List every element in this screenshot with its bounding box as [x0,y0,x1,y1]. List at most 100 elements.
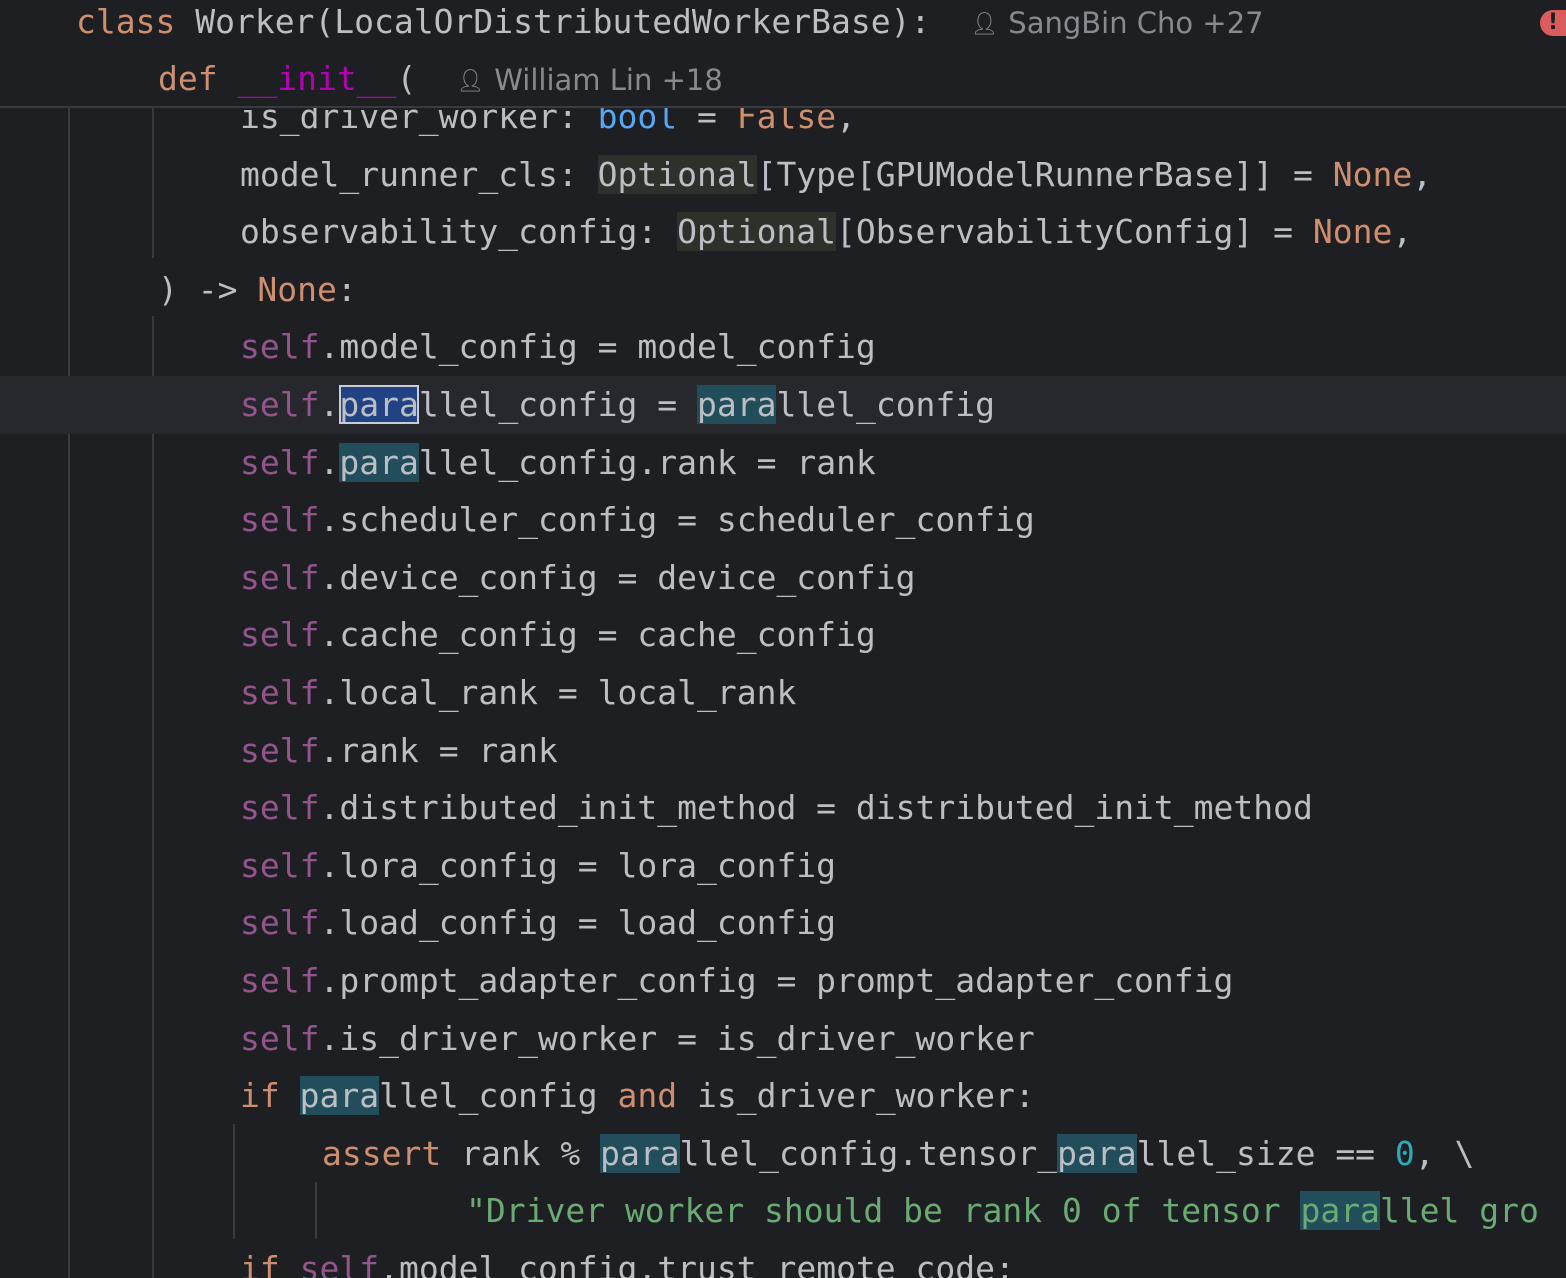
code-line[interactable]: observability_config: Optional[Observabi… [0,203,1566,261]
code-line[interactable]: ) -> None: [0,261,1566,319]
return-arrow: ) -> [158,269,258,309]
self-keyword: self [299,1249,380,1278]
assert-keyword: assert [322,1133,442,1173]
punct: , [1392,212,1413,252]
code-line[interactable]: self.distributed_init_method = distribut… [0,779,1566,837]
statement: .lora_config = lora_config [319,845,837,885]
param-name: model_runner_cls: [240,154,598,194]
self-keyword: self [240,327,320,367]
self-keyword: self [240,615,320,655]
statement: .rank = rank [319,730,558,770]
statement: .device_config = device_config [319,557,916,597]
code-line[interactable]: self.prompt_adapter_config = prompt_adap… [0,952,1566,1010]
keyword-literal: None [1332,154,1413,194]
class-base: (LocalOrDistributedWorkerBase): [314,2,931,41]
self-keyword: self [240,730,320,770]
keyword-literal: None [257,269,337,309]
optional-highlight: Optional [677,212,837,252]
def-author-text: William Lin +18 [494,63,723,97]
param-name: observability_config: [240,212,678,252]
self-keyword: self [240,673,320,712]
code-editor[interactable]: is_driver_worker: bool = False, model_ru… [0,88,1566,1278]
sticky-def-line[interactable]: def __init__(👤︎ William Lin +18 [158,51,723,107]
code-line[interactable]: self.parallel_config.rank = rank [0,434,1566,492]
type-annotation: [ObservabilityConfig] = [836,212,1313,252]
statement: .prompt_adapter_config = prompt_adapter_… [319,961,1234,1000]
error-indicator-icon[interactable]: ! [1540,10,1566,36]
string-literal: "Driver worker should be rank 0 of tenso… [466,1191,1301,1231]
def-keyword: def [158,59,218,98]
statement: .distributed_init_method = distributed_i… [319,788,1313,828]
statement: .is_driver_worker = is_driver_worker [319,1018,1035,1058]
self-keyword: self [240,903,320,943]
punct: : [336,269,357,309]
selection-caret-highlight: para [339,385,419,424]
statement: .cache_config = cache_config [319,615,876,655]
statement: is_driver_worker: [677,1076,1035,1116]
statement: .model_config = model_config [319,327,876,367]
code-line[interactable]: self.scheduler_config = scheduler_config [0,491,1566,549]
statement: llel_size == [1136,1133,1395,1173]
search-match-highlight: para [600,1133,680,1173]
search-match-highlight: para [1057,1133,1137,1173]
number-literal: 0 [1394,1133,1415,1173]
person-icon: 👤︎ [456,69,485,94]
search-match-highlight: para [1300,1191,1380,1231]
code-line-current[interactable]: self.parallel_config = parallel_config [0,376,1566,434]
self-keyword: self [240,442,320,482]
code-line[interactable]: self.local_rank = local_rank [0,664,1566,722]
def-author-hint[interactable]: 👤︎ William Lin +18 [456,63,722,97]
self-keyword: self [240,961,320,1000]
code-line[interactable]: self.rank = rank [0,722,1566,780]
statement: .local_rank = local_rank [319,673,797,712]
statement: rank % [441,1133,601,1173]
class-name: Worker [195,2,315,41]
search-match-highlight: para [697,385,777,424]
search-match-highlight: para [339,442,419,482]
sticky-scroll-header[interactable]: class Worker(LocalOrDistributedWorkerBas… [0,0,1566,108]
code-line[interactable]: "Driver worker should be rank 0 of tenso… [0,1182,1566,1240]
statement: .scheduler_config = scheduler_config [319,500,1035,540]
optional-highlight: Optional [597,154,757,194]
statement: llel_config = [418,385,697,424]
self-keyword: self [240,385,320,424]
class-author-text: SangBin Cho +27 [1008,6,1264,40]
self-keyword: self [240,500,320,540]
code-line[interactable]: self.model_config = model_config [0,318,1566,376]
statement: llel_config.rank = rank [418,442,876,482]
code-line[interactable]: self.is_driver_worker = is_driver_worker [0,1010,1566,1068]
and-keyword: and [617,1076,678,1116]
if-keyword: if [240,1249,280,1278]
keyword-literal: None [1312,212,1393,252]
punct: . [319,442,340,482]
code-line[interactable]: assert rank % parallel_config.tensor_par… [0,1125,1566,1183]
statement: llel_config [379,1076,618,1116]
def-paren: ( [396,59,417,98]
type-annotation: [Type[GPUModelRunnerBase]] = [756,154,1333,194]
search-match-highlight: para [299,1076,380,1116]
statement: .load_config = load_config [319,903,837,943]
self-keyword: self [240,557,320,597]
self-keyword: self [240,788,320,828]
code-line[interactable]: if self.model_config.trust_remote_code: [0,1240,1566,1278]
code-line[interactable]: self.load_config = load_config [0,894,1566,952]
code-line[interactable]: model_runner_cls: Optional[Type[GPUModel… [0,146,1566,204]
statement: llel_config [776,385,996,424]
punct: . [319,385,340,424]
statement: .model_config.trust_remote_code: [379,1249,1015,1278]
if-keyword: if [240,1076,280,1116]
string-literal: llel gro [1379,1191,1539,1231]
class-keyword: class [76,2,176,41]
code-line[interactable]: self.lora_config = lora_config [0,837,1566,895]
code-line[interactable]: self.device_config = device_config [0,549,1566,607]
self-keyword: self [240,1018,320,1058]
person-icon: 👤︎ [970,12,999,37]
statement: , \ [1414,1133,1475,1173]
punct: , [1412,154,1433,194]
class-author-hint[interactable]: 👤︎ SangBin Cho +27 [970,6,1263,40]
sticky-class-line[interactable]: class Worker(LocalOrDistributedWorkerBas… [76,0,1264,50]
code-line[interactable]: self.cache_config = cache_config [0,606,1566,664]
code-line[interactable]: if parallel_config and is_driver_worker: [0,1067,1566,1125]
